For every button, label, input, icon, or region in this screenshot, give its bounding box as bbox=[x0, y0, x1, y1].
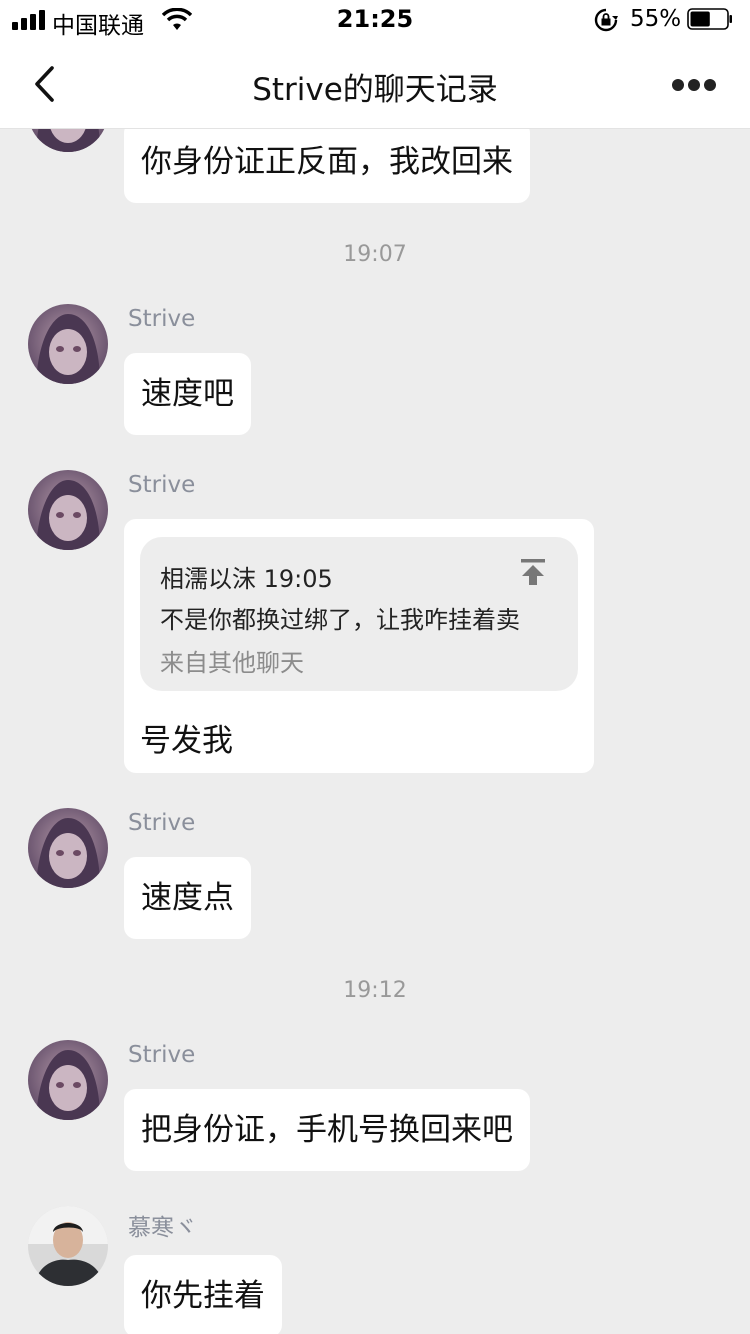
avatar[interactable] bbox=[28, 808, 108, 888]
quote-message-bubble[interactable]: 相濡以沫 19:05 不是你都换过绑了，让我咋挂着卖 来自其他聊天 号发我 bbox=[124, 519, 594, 773]
chat-history[interactable]: 你身份证正反面，我改回来 19:07 Strive 速度吧 Strive 相濡以… bbox=[0, 129, 750, 1334]
battery-percent: 55% bbox=[630, 6, 682, 32]
sender-name: Strive bbox=[128, 1042, 196, 1068]
timestamp: 19:12 bbox=[343, 978, 407, 1003]
avatar[interactable] bbox=[28, 1206, 108, 1286]
status-bar: 中国联通 21:25 55% bbox=[0, 0, 750, 40]
message-bubble[interactable]: 速度点 bbox=[124, 857, 251, 939]
quoted-message[interactable]: 相濡以沫 19:05 不是你都换过绑了，让我咋挂着卖 来自其他聊天 bbox=[140, 537, 578, 691]
message-bubble[interactable]: 你先挂着 bbox=[124, 1255, 282, 1334]
more-dots-icon[interactable] bbox=[664, 70, 724, 98]
nav-bar: Strive的聊天记录 bbox=[0, 40, 750, 129]
avatar[interactable] bbox=[28, 129, 108, 152]
page-title: Strive的聊天记录 bbox=[252, 72, 498, 108]
sender-name: Strive bbox=[128, 472, 196, 498]
quote-header: 相濡以沫 19:05 bbox=[160, 565, 333, 593]
quote-text: 不是你都换过绑了，让我咋挂着卖 bbox=[160, 606, 520, 634]
message-bubble[interactable]: 把身份证，手机号换回来吧 bbox=[124, 1089, 530, 1171]
avatar[interactable] bbox=[28, 304, 108, 384]
sender-name: Strive bbox=[128, 306, 196, 332]
avatar[interactable] bbox=[28, 470, 108, 550]
pin-top-icon[interactable] bbox=[518, 557, 548, 587]
sender-name: Strive bbox=[128, 810, 196, 836]
message-bubble[interactable]: 速度吧 bbox=[124, 353, 251, 435]
sender-name: 慕寒ヾ bbox=[128, 1215, 197, 1241]
reply-text: 号发我 bbox=[140, 723, 233, 759]
message-bubble[interactable]: 你身份证正反面，我改回来 bbox=[124, 129, 530, 203]
avatar[interactable] bbox=[28, 1040, 108, 1120]
quote-source: 来自其他聊天 bbox=[160, 649, 304, 677]
timestamp: 19:07 bbox=[343, 242, 407, 267]
rotation-lock-icon bbox=[594, 8, 618, 32]
battery-icon bbox=[687, 8, 732, 30]
